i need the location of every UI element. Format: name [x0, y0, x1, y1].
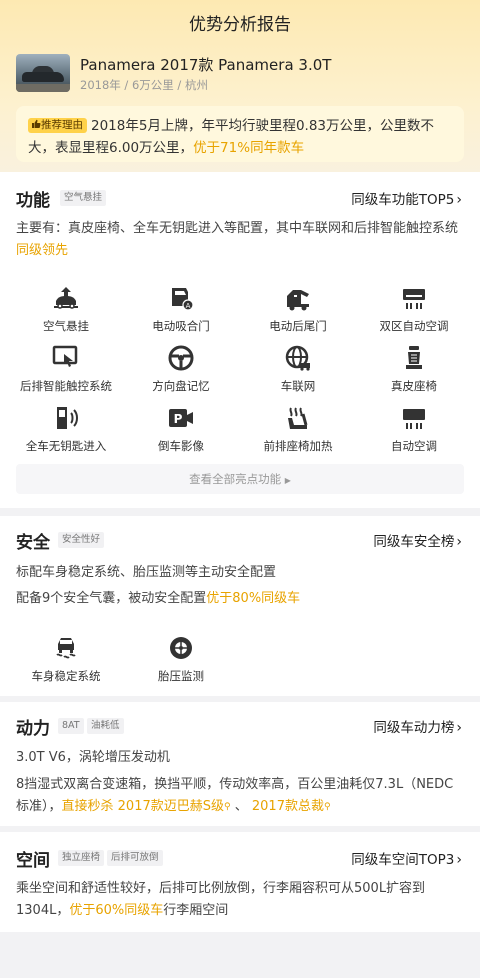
space-description: 乘坐空间和舒适性较好，后排可比例放倒，行李厢容积可从500L扩容到1304L，优…: [16, 881, 426, 918]
car-thumbnail[interactable]: [16, 54, 70, 92]
space-tag-1: 独立座椅: [58, 850, 105, 866]
feature-item[interactable]: A 电动吸合门: [121, 284, 241, 334]
rear-touch-control-icon: [52, 345, 78, 367]
view-all-features-button[interactable]: 查看全部亮点功能 ▶: [16, 464, 464, 494]
power-rank-link[interactable]: 同级车动力榜 ›: [373, 716, 462, 736]
feature-item[interactable]: 真皮座椅: [354, 344, 474, 394]
feature-item[interactable]: P 倒车影像: [121, 404, 241, 454]
soft-close-door-icon: A: [172, 288, 194, 311]
feature-item[interactable]: 方向盘记忆: [121, 344, 241, 394]
safety-line-2: 配备9个安全气囊，被动安全配置优于80%同级车: [16, 591, 301, 606]
thumbs-up-icon: [32, 119, 41, 128]
leather-seat-icon: [406, 346, 422, 369]
air-suspension-icon: [54, 287, 78, 309]
safety-item[interactable]: 车身稳定系统: [6, 634, 126, 684]
auto-ac-icon: [403, 409, 425, 429]
safety-tag: 安全性好: [58, 532, 105, 548]
space-rank-link[interactable]: 同级车空间TOP3 ›: [351, 848, 462, 868]
connected-car-icon: [285, 345, 310, 371]
chevron-right-icon: ›: [456, 534, 462, 550]
power-tag-1: 8AT: [58, 718, 84, 734]
feature-item[interactable]: 车联网: [238, 344, 358, 394]
feature-item[interactable]: 电动后尾门: [238, 284, 358, 334]
space-title: 空间: [16, 851, 50, 871]
compare-link-1[interactable]: 直接秒杀 2017款迈巴赫S级⚲: [62, 799, 231, 814]
page-title: 优势分析报告: [189, 15, 291, 35]
features-card: 功能 空气悬挂 同级车功能TOP5 › 主要有：真皮座椅、全车无钥匙进入等配置，其…: [0, 172, 480, 508]
features-rank-link[interactable]: 同级车功能TOP5 ›: [351, 188, 462, 208]
keyless-entry-icon: [57, 407, 78, 429]
recommend-reason-tag: 推荐理由: [28, 118, 87, 133]
compare-link-2[interactable]: 2017款总裁⚲: [252, 799, 331, 814]
power-line-1: 3.0T V6，涡轮增压发动机: [16, 750, 170, 765]
power-title: 动力: [16, 719, 50, 739]
car-name: Panamera 2017款 Panamera 3.0T: [80, 56, 332, 74]
space-card: 空间 独立座椅 后排可放倒 同级车空间TOP3 › 乘坐空间和舒适性较好，后排可比…: [0, 832, 480, 932]
stability-control-icon: [56, 638, 76, 659]
car-meta: 2018年 / 6万公里 / 杭州: [80, 78, 208, 92]
features-summary: 主要有：真皮座椅、全车无钥匙进入等配置，其中车联网和后排智能触控系统同级领先: [16, 221, 459, 258]
power-tag-2: 油耗低: [87, 718, 124, 734]
steering-memory-icon: [168, 345, 194, 371]
car-summary: Panamera 2017款 Panamera 3.0T 2018年 / 6万公…: [16, 54, 464, 94]
recommend-reason-highlight: 优于71%同年款车: [193, 140, 305, 156]
safety-item[interactable]: 胎压监测: [121, 634, 241, 684]
feature-item[interactable]: 双区自动空调: [354, 284, 474, 334]
feature-item[interactable]: 后排智能触控系统: [6, 344, 126, 394]
search-icon: ⚲: [223, 802, 231, 812]
power-line-2: 8挡湿式双离合变速箱，换挡平顺，传动效率高，百公里油耗仅7.3L（NEDC标准）…: [16, 777, 454, 814]
features-title: 功能: [16, 191, 50, 211]
safety-rank-link[interactable]: 同级车安全榜 ›: [373, 530, 462, 550]
triangle-right-icon: ▶: [284, 476, 291, 485]
space-tag-2: 后排可放倒: [107, 850, 163, 866]
power-tailgate-icon: [287, 290, 309, 311]
recommend-reason: 推荐理由 2018年5月上牌，年平均行驶里程0.83万公里，公里数不大，表显里程…: [16, 106, 464, 162]
power-card: 动力 8AT 油耗低 同级车动力榜 › 3.0T V6，涡轮增压发动机 8挡湿式双…: [0, 702, 480, 826]
parking-camera-icon: P: [169, 409, 193, 427]
svg-text:A: A: [186, 302, 191, 310]
feature-item[interactable]: 前排座椅加热: [238, 404, 358, 454]
safety-line-1: 标配车身稳定系统、胎压监测等主动安全配置: [16, 565, 277, 580]
search-icon: ⚲: [323, 802, 331, 812]
svg-text:P: P: [174, 412, 183, 426]
feature-item[interactable]: 自动空调: [354, 404, 474, 454]
safety-title: 安全: [16, 533, 50, 553]
dual-zone-ac-icon: [403, 289, 425, 309]
feature-item[interactable]: 全车无钥匙进入: [6, 404, 126, 454]
features-tag: 空气悬挂: [60, 190, 107, 206]
feature-item[interactable]: 空气悬挂: [6, 284, 126, 334]
chevron-right-icon: ›: [456, 720, 462, 736]
chevron-right-icon: ›: [456, 192, 462, 208]
chevron-right-icon: ›: [456, 852, 462, 868]
tire-pressure-icon: [170, 637, 192, 659]
seat-heating-icon: [288, 407, 308, 429]
safety-card: 安全 安全性好 同级车安全榜 › 标配车身稳定系统、胎压监测等主动安全配置 配备9…: [0, 516, 480, 696]
